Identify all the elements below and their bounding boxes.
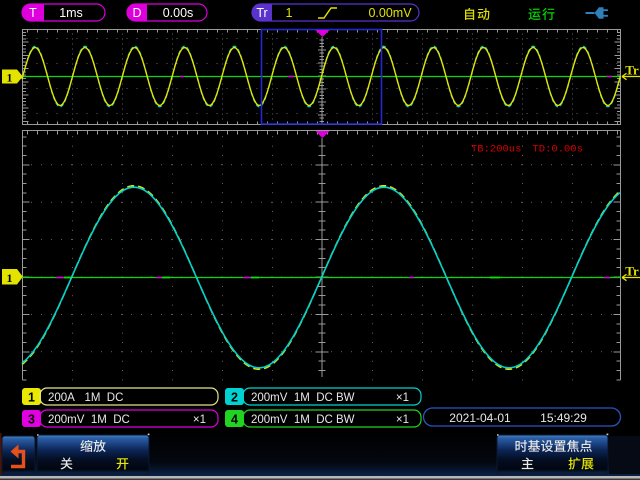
svg-text:0.00s: 0.00s [163, 6, 194, 20]
svg-text:1: 1 [286, 6, 293, 20]
svg-text:200A 1M DC: 200A 1M DC [48, 392, 123, 404]
svg-text:Tr: Tr [625, 264, 639, 279]
svg-text:×1: ×1 [396, 414, 409, 426]
svg-text:1: 1 [28, 391, 35, 405]
svg-text:1: 1 [7, 73, 13, 85]
svg-text:1ms: 1ms [59, 6, 83, 20]
svg-text:T: T [29, 6, 37, 20]
svg-text:D: D [132, 6, 141, 20]
svg-text:0.00mV: 0.00mV [368, 6, 412, 20]
svg-text:3: 3 [28, 413, 35, 427]
svg-text:2021-04-01: 2021-04-01 [449, 411, 511, 425]
svg-text:200mV 1M DC BW: 200mV 1M DC BW [251, 414, 355, 426]
svg-text:4: 4 [231, 413, 238, 427]
svg-text:1: 1 [7, 271, 13, 285]
svg-text:200mV 1M DC BW: 200mV 1M DC BW [251, 392, 355, 404]
svg-text:2: 2 [231, 391, 238, 405]
svg-text:15:49:29: 15:49:29 [540, 411, 587, 425]
svg-text:×1: ×1 [396, 392, 409, 404]
svg-text:Tr: Tr [625, 63, 639, 78]
svg-text:200mV 1M DC: 200mV 1M DC [48, 414, 130, 426]
svg-text:×1: ×1 [193, 414, 206, 426]
svg-text:Tr: Tr [256, 6, 267, 20]
